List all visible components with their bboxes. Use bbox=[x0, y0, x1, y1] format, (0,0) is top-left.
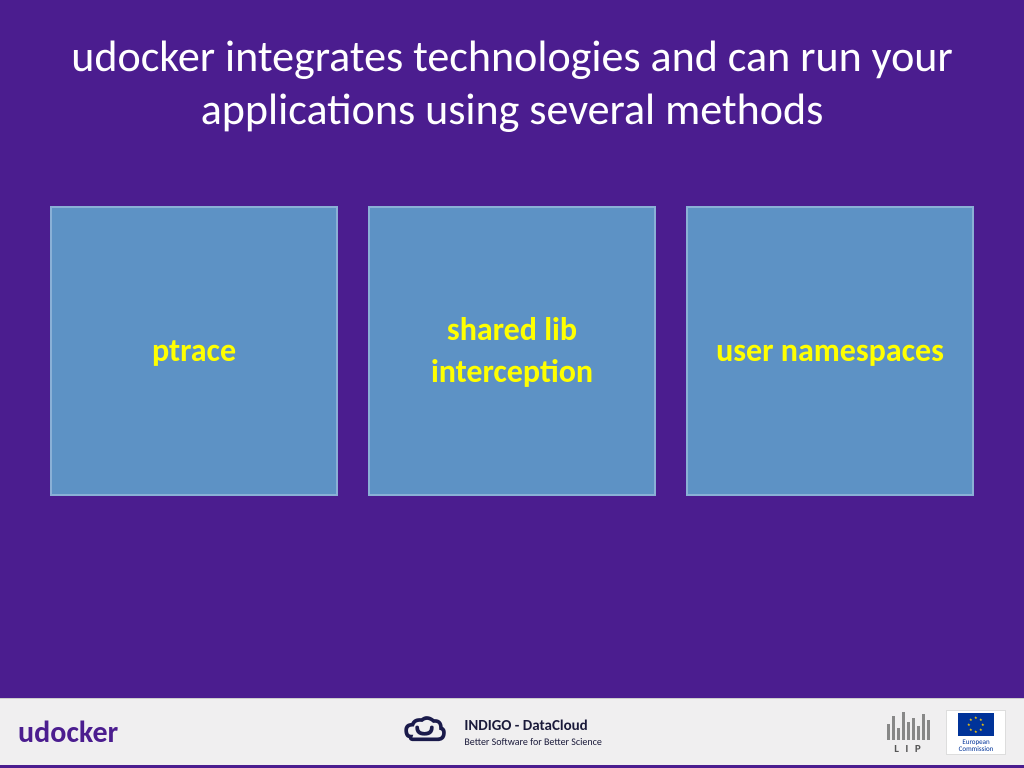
lip-logo: L I P bbox=[881, 710, 936, 755]
slide-title: udocker integrates technologies and can … bbox=[40, 30, 984, 136]
footer-right: L I P ★ ★ ★ ★ ★ ★ ★ ★ European Commissio… bbox=[881, 710, 1006, 755]
box-ptrace: ptrace bbox=[50, 206, 338, 496]
box-label: user namespaces bbox=[716, 330, 944, 372]
indigo-cloud-icon bbox=[397, 712, 452, 752]
indigo-subtitle: Better Software for Better Science bbox=[464, 735, 602, 748]
method-boxes: ptrace shared lib interception user name… bbox=[40, 206, 984, 496]
box-user-namespaces: user namespaces bbox=[686, 206, 974, 496]
footer-center: INDIGO - DataCloud Better Software for B… bbox=[118, 712, 881, 752]
lip-text: L I P bbox=[894, 742, 922, 755]
lip-bars-icon bbox=[887, 712, 930, 740]
ec-text: European Commission bbox=[949, 738, 1003, 752]
ec-logo: ★ ★ ★ ★ ★ ★ ★ ★ European Commission bbox=[946, 710, 1006, 755]
box-shared-lib: shared lib interception bbox=[368, 206, 656, 496]
eu-flag-icon: ★ ★ ★ ★ ★ ★ ★ ★ bbox=[958, 713, 994, 736]
box-label: ptrace bbox=[152, 330, 236, 372]
box-label: shared lib interception bbox=[390, 309, 634, 392]
slide-content: udocker integrates technologies and can … bbox=[0, 0, 1024, 698]
indigo-text: INDIGO - DataCloud Better Software for B… bbox=[464, 717, 602, 748]
footer-brand: udocker bbox=[18, 714, 118, 751]
footer: udocker INDIGO - DataCloud Better Softwa… bbox=[0, 698, 1024, 768]
indigo-title: INDIGO - DataCloud bbox=[464, 717, 602, 735]
